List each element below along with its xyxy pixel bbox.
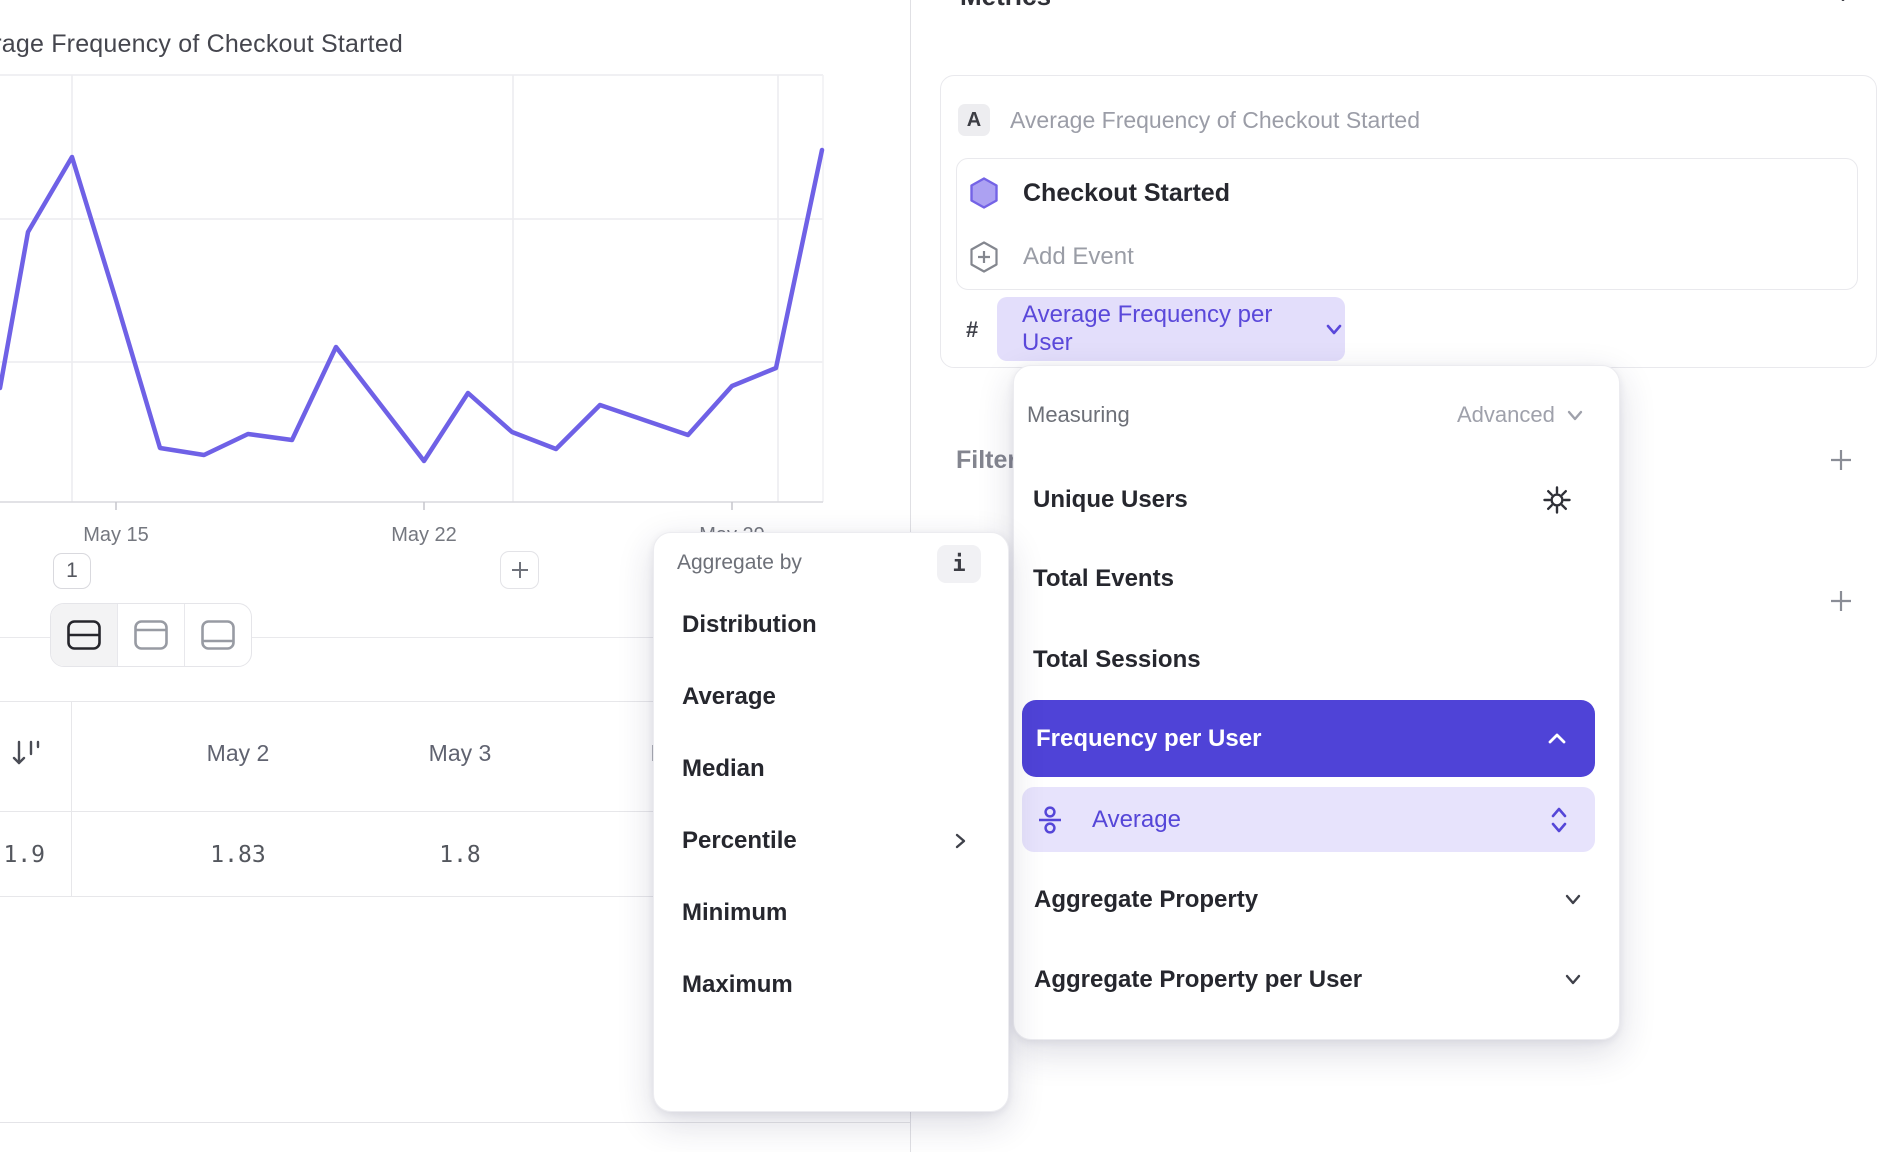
chevron-updown-icon xyxy=(1547,805,1571,835)
measure-dropdown-label: Average Frequency per User xyxy=(1022,301,1309,357)
measuring-item-total-sessions[interactable]: Total Sessions xyxy=(1033,643,1201,677)
aggregate-property-chevron xyxy=(1562,890,1584,915)
chevron-up-icon xyxy=(1545,728,1569,750)
panel-title: Metrics xyxy=(960,0,1051,12)
table-col-header[interactable]: May 3 xyxy=(460,736,523,770)
chevron-down-icon xyxy=(1323,318,1345,340)
chevron-down-icon xyxy=(1562,970,1584,990)
add-event-icon xyxy=(969,241,999,273)
aggregate-item-median[interactable]: Median xyxy=(682,752,765,786)
chevron-down-icon xyxy=(1565,405,1585,425)
split-view-button[interactable] xyxy=(51,604,118,666)
aggregate-property-per-user-chevron xyxy=(1562,970,1584,995)
analytics-app: Average Frequency of Checkout Started Ma… xyxy=(0,0,1898,1152)
panel-top-icon xyxy=(134,620,168,650)
add-annotation-button[interactable] xyxy=(500,551,539,589)
aggregate-item-percentile[interactable]: Percentile xyxy=(682,824,797,858)
frequency-aggregation-selector[interactable]: Average xyxy=(1022,787,1595,852)
aggregate-item-average[interactable]: Average xyxy=(682,680,776,714)
view-toggle xyxy=(50,603,252,667)
chart-gridlines xyxy=(0,75,823,502)
measuring-menu-header: Measuring xyxy=(1027,400,1130,430)
x-tick-label: May 22 xyxy=(391,524,457,546)
aggregate-item-distribution[interactable]: Distribution xyxy=(682,608,817,642)
metric-letter-badge: A xyxy=(958,104,990,136)
panel-bottom-icon xyxy=(201,620,235,650)
gear-icon xyxy=(1542,485,1572,515)
table-cell: 1.8 xyxy=(460,838,502,872)
chevron-right-icon xyxy=(950,830,970,852)
chevron-down-icon xyxy=(1562,890,1584,910)
unique-users-settings-button[interactable] xyxy=(1542,485,1572,520)
add-metric-button[interactable] xyxy=(1831,0,1855,9)
add-filter-button[interactable] xyxy=(1828,447,1854,478)
sort-descending-icon xyxy=(10,737,44,769)
advanced-label: Advanced xyxy=(1457,402,1555,428)
measuring-item-aggregate-property[interactable]: Aggregate Property xyxy=(1034,883,1258,917)
percentile-submenu-chevron xyxy=(950,830,970,857)
table-cell: 1.83 xyxy=(238,838,293,872)
event-hexagon-icon xyxy=(969,177,999,209)
aggregate-item-minimum[interactable]: Minimum xyxy=(682,896,787,930)
aggregate-info-button[interactable]: i xyxy=(937,545,981,583)
sort-button[interactable] xyxy=(10,737,44,774)
add-breakdown-button[interactable] xyxy=(1828,588,1854,619)
aggregate-item-maximum[interactable]: Maximum xyxy=(682,968,793,1002)
table-view-button[interactable] xyxy=(185,604,251,666)
average-icon xyxy=(1034,804,1066,836)
interval-input[interactable]: 1 xyxy=(53,553,91,589)
line-chart: May 15 May 22 May 29 xyxy=(0,0,910,560)
advanced-dropdown[interactable]: Advanced xyxy=(1457,400,1585,430)
plus-icon xyxy=(509,559,531,581)
table-col-divider xyxy=(71,701,72,896)
measure-dropdown[interactable]: Average Frequency per User xyxy=(997,297,1345,361)
x-tick-label: May 15 xyxy=(83,524,149,546)
plus-icon xyxy=(1831,0,1855,4)
chart-view-button[interactable] xyxy=(118,604,185,666)
measuring-item-unique-users[interactable]: Unique Users xyxy=(1033,483,1188,517)
plus-icon xyxy=(1828,447,1854,473)
metric-name[interactable]: Average Frequency of Checkout Started xyxy=(1010,103,1420,137)
plus-icon xyxy=(1828,588,1854,614)
chart-line[interactable] xyxy=(0,150,822,461)
event-name[interactable]: Checkout Started xyxy=(1023,176,1230,210)
measuring-item-total-events[interactable]: Total Events xyxy=(1033,562,1174,596)
info-icon: i xyxy=(952,552,965,577)
measuring-item-aggregate-property-per-user[interactable]: Aggregate Property per User xyxy=(1034,963,1362,997)
measure-type-symbol: # xyxy=(966,314,978,346)
split-horizontal-icon xyxy=(67,620,101,650)
left-section-bottom-border xyxy=(0,1122,910,1123)
chart-x-tickmarks xyxy=(116,502,732,510)
table-row-header-value: 1.9 xyxy=(0,838,45,872)
table-col-header[interactable]: May 2 xyxy=(238,736,301,770)
measuring-item-frequency-per-user[interactable]: Frequency per User xyxy=(1022,700,1595,777)
aggregation-value: Average xyxy=(1092,806,1181,834)
aggregate-by-header: Aggregate by xyxy=(677,548,802,578)
add-event-button[interactable]: Add Event xyxy=(1023,240,1134,274)
